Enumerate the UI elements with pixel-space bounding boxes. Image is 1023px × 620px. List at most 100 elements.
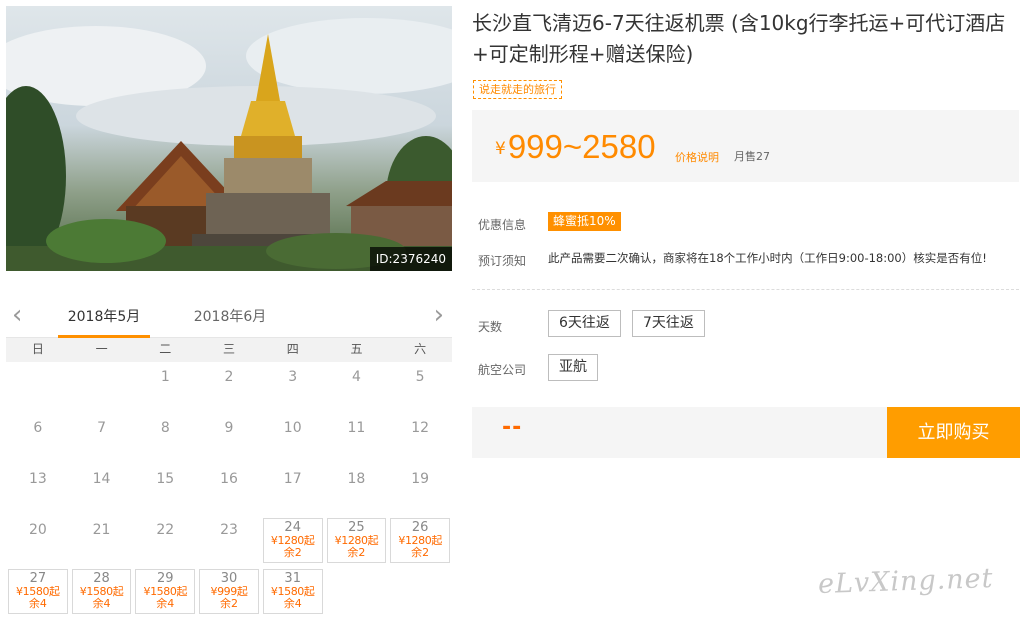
calendar-day-number: 25 — [348, 520, 365, 535]
calendar-day-number: 8 — [160, 420, 170, 436]
calendar-day-available[interactable]: 28 ¥1580起 余4 — [71, 569, 132, 614]
calendar-day-stock: 余4 — [28, 597, 47, 610]
weekday-label: 三 — [223, 342, 236, 356]
calendar-day-number: 16 — [220, 471, 238, 487]
calendar-day: 23 — [197, 515, 261, 566]
purchase-bar: -- 立即购买 — [472, 407, 1020, 458]
weekday-label: 二 — [159, 342, 172, 356]
calendar-day-available[interactable]: 29 ¥1580起 余4 — [135, 569, 196, 614]
calendar-day: 13 — [6, 464, 70, 515]
calendar-day: 5 — [388, 362, 452, 413]
promo-label: 优惠信息 — [478, 218, 527, 232]
calendar-day: 1 — [133, 362, 197, 413]
calendar-day-stock: 余4 — [156, 597, 175, 610]
calendar-day-number: 24 — [284, 520, 301, 535]
calendar-day-number: 6 — [33, 420, 43, 436]
price-range: ¥999~2580 — [495, 128, 656, 166]
calendar-blank-cell — [70, 362, 134, 413]
calendar-day-number: 29 — [157, 571, 174, 586]
calendar-day-stock: 余2 — [219, 597, 238, 610]
calendar-day-number: 19 — [411, 471, 430, 487]
calendar-day-available[interactable]: 24 ¥1280起 余2 — [262, 518, 323, 563]
watermark-logo: eLvXing.net — [817, 562, 994, 601]
calendar-day-number: 7 — [97, 420, 107, 436]
calendar-day-number: 21 — [92, 522, 111, 538]
weekday-label: 五 — [350, 342, 363, 356]
total-price: -- — [502, 415, 523, 440]
currency-symbol: ¥ — [495, 139, 506, 159]
calendar-day: 19 — [388, 464, 452, 515]
weekday-label: 日 — [31, 342, 44, 356]
calendar-day-available[interactable]: 25 ¥1280起 余2 — [326, 518, 387, 563]
option-airline[interactable]: 亚航 — [548, 354, 598, 381]
chevron-left-icon[interactable]: ‹ — [12, 302, 22, 328]
calendar-day-number: 3 — [288, 369, 298, 385]
calendar-day-number: 26 — [411, 520, 429, 535]
calendar-day: 17 — [261, 464, 325, 515]
option-6-days[interactable]: 6天往返 — [548, 310, 621, 337]
price-range-value: 999~2580 — [507, 128, 656, 165]
calendar-day-number: 12 — [411, 420, 430, 436]
product-tag: 说走就走的旅行 — [473, 80, 562, 99]
price-explanation-link[interactable]: 价格说明 — [675, 149, 719, 165]
calendar-grid: 1 2 3 4 5 6 7 8 9 10 11 12 13 14 15 16 17 18 19 20 21 22 23 24 ¥… — [6, 362, 452, 617]
weekday-label: 六 — [414, 342, 427, 356]
image-id-label: ID:2376240 — [369, 247, 452, 271]
tab-month-june[interactable]: 2018年6月 — [184, 306, 276, 326]
monthly-sales: 月售27 — [734, 150, 770, 163]
calendar-day: 21 — [70, 515, 134, 566]
calendar-day-stock: 余2 — [347, 546, 366, 559]
calendar-weekday-header: 日 一 二 三 四 五 六 — [6, 338, 452, 362]
weekday-label: 四 — [286, 342, 299, 356]
calendar-day: 12 — [388, 413, 452, 464]
calendar-day-available[interactable]: 26 ¥1280起 余2 — [390, 518, 450, 563]
product-photo: ID:2376240 — [6, 6, 452, 271]
calendar-day-number: 2 — [224, 369, 234, 385]
calendar-day-number: 10 — [283, 420, 302, 436]
calendar-day: 8 — [133, 413, 197, 464]
calendar-day-available[interactable]: 30 ¥999起 余2 — [199, 569, 259, 614]
calendar-day-number: 20 — [28, 522, 47, 538]
calendar-day-number: 4 — [351, 369, 361, 385]
buy-now-button[interactable]: 立即购买 — [887, 407, 1020, 458]
weekday-label: 一 — [95, 342, 108, 356]
calendar-day-number: 31 — [284, 571, 301, 586]
calendar-blank-cell — [6, 362, 70, 413]
calendar-day: 2 — [197, 362, 261, 413]
calendar-day-stock: 余2 — [411, 546, 430, 559]
calendar-day-number: 23 — [220, 522, 238, 538]
booking-notice-label: 预订须知 — [478, 254, 527, 268]
calendar-day-number: 9 — [224, 420, 234, 436]
calendar-day: 3 — [261, 362, 325, 413]
calendar-day: 16 — [197, 464, 261, 515]
calendar-day-number: 15 — [156, 471, 175, 487]
chevron-right-icon[interactable]: › — [434, 302, 444, 328]
temple-illustration — [6, 18, 452, 271]
calendar-day-stock: 余2 — [283, 546, 302, 559]
calendar-day-number: 13 — [28, 471, 47, 487]
option-7-days[interactable]: 7天往返 — [632, 310, 705, 337]
calendar-day: 6 — [6, 413, 70, 464]
calendar-day: 11 — [325, 413, 389, 464]
days-label: 天数 — [478, 320, 503, 334]
calendar-day-number: 30 — [220, 571, 238, 586]
calendar-day-stock: 余4 — [283, 597, 302, 610]
divider — [472, 289, 1019, 290]
calendar-day-number: 5 — [415, 369, 425, 385]
calendar-day: 20 — [6, 515, 70, 566]
calendar-day-number: 27 — [29, 571, 47, 586]
calendar-day-number: 18 — [347, 471, 366, 487]
calendar-day-number: 28 — [93, 571, 110, 586]
airline-label: 航空公司 — [478, 363, 527, 377]
calendar-day-available[interactable]: 27 ¥1580起 余4 — [8, 569, 68, 614]
calendar-day-number: 22 — [156, 522, 175, 538]
booking-notice-text: 此产品需要二次确认，商家将在18个工作小时内（工作日9:00-18:00）核实是… — [548, 251, 987, 265]
calendar-day: 15 — [133, 464, 197, 515]
calendar-day: 18 — [325, 464, 389, 515]
calendar-day-available[interactable]: 31 ¥1580起 余4 — [262, 569, 323, 614]
product-title: 长沙直飞清迈6-7天往返机票 (含10kg行李托运+可代订酒店+可定制形程+赠送… — [472, 11, 1006, 66]
tab-month-may[interactable]: 2018年5月 — [58, 306, 150, 338]
calendar-month-nav: ‹ 2018年5月 2018年6月 › — [6, 298, 452, 338]
calendar-day-number: 1 — [160, 369, 170, 385]
calendar-day: 7 — [70, 413, 134, 464]
